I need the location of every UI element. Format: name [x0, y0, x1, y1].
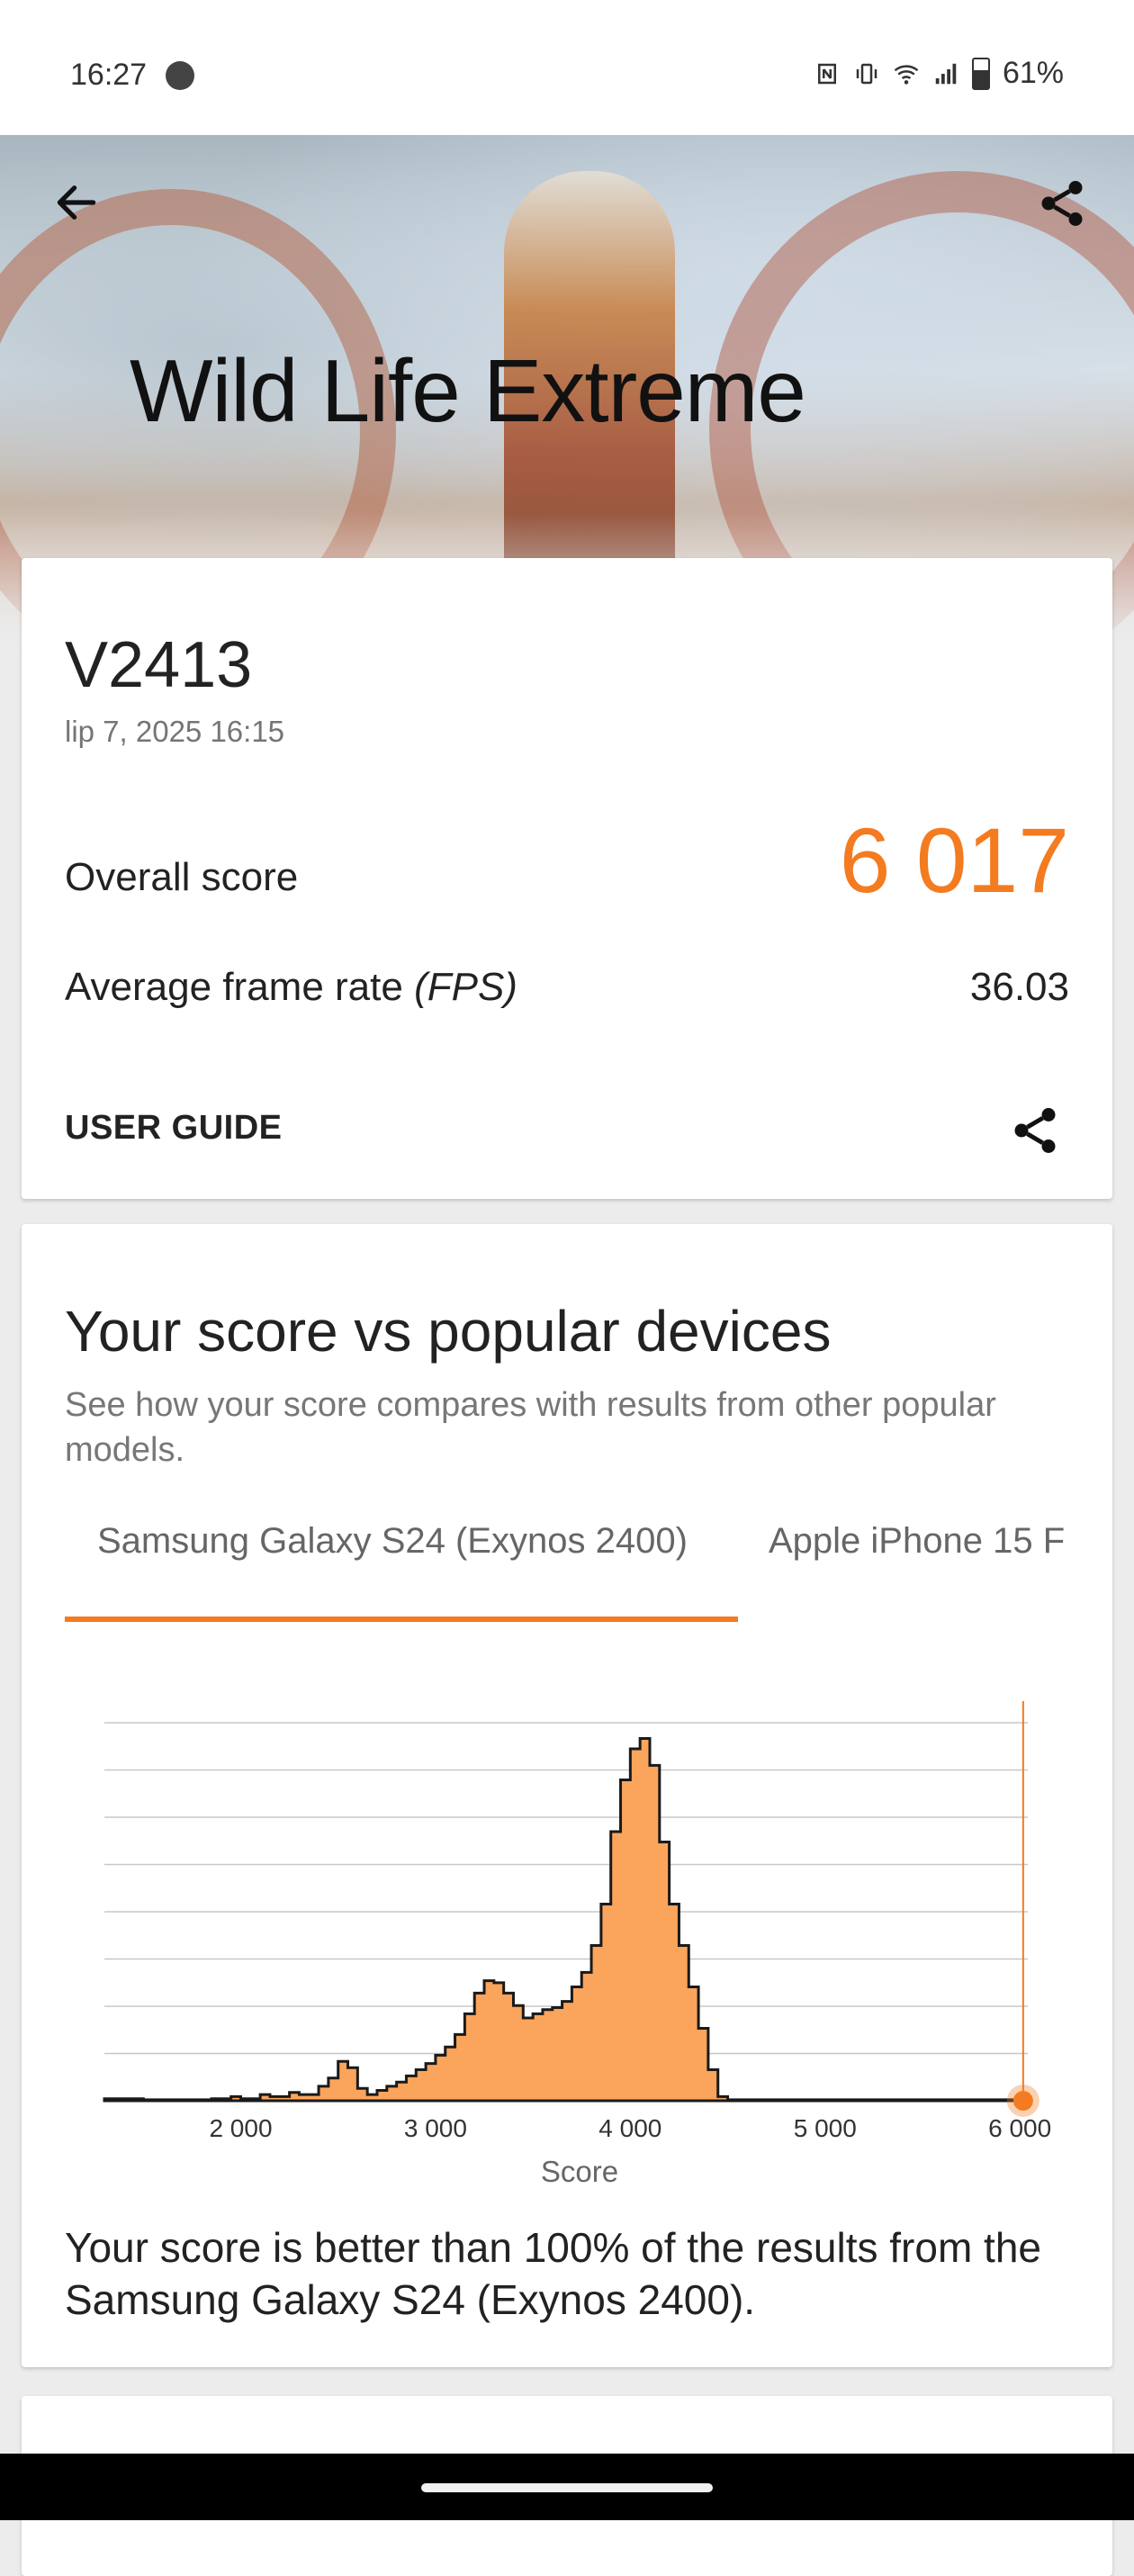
overall-score-label: Overall score [65, 855, 299, 899]
status-bar: 16:27 61% [0, 0, 1134, 144]
x-tick-label: 4 000 [598, 2114, 662, 2142]
score-histogram-chart: 2 000 3 000 4 000 5 000 6 000 Score [103, 1701, 1051, 2188]
x-axis-label: Score [541, 2155, 618, 2188]
comparison-card: Your score vs popular devices See how yo… [22, 1224, 1112, 2367]
tab-apple-iphone-15[interactable]: Apple iPhone 15 F [769, 1521, 1091, 1562]
signal-icon [935, 63, 957, 84]
result-datetime: lip 7, 2025 16:15 [65, 715, 285, 748]
x-tick-label: 5 000 [794, 2114, 857, 2142]
user-guide-button[interactable]: USER GUIDE [65, 1109, 282, 1148]
histogram-series [103, 1737, 1031, 2103]
tab-samsung-galaxy-s24[interactable]: Samsung Galaxy S24 (Exynos 2400) [97, 1521, 688, 1562]
home-indicator[interactable] [421, 2483, 713, 2492]
device-name: V2413 [65, 629, 253, 701]
arrow-left-icon [57, 185, 96, 220]
battery-percent: 61% [1002, 56, 1064, 90]
fps-label: Average frame rate (FPS) [65, 965, 518, 1010]
fps-label-unit: (FPS) [414, 965, 518, 1009]
x-tick-label: 2 000 [209, 2114, 272, 2142]
wifi-icon [894, 64, 919, 85]
comparison-result-text: Your score is better than 100% of the re… [65, 2224, 1041, 2323]
fps-value: 36.03 [969, 965, 1069, 1009]
share-icon [1041, 181, 1083, 226]
page-title: Wild Life Extreme [130, 341, 806, 440]
back-button[interactable] [45, 171, 108, 234]
battery-icon [971, 57, 990, 90]
status-time: 16:27 [70, 58, 148, 92]
overall-score-value: 6 017 [839, 809, 1069, 912]
x-tick-label: 6 000 [988, 2114, 1051, 2142]
x-tick-label: 3 000 [404, 2114, 467, 2142]
comparison-subtitle: See how your score compares with results… [65, 1386, 996, 1469]
hero-share-button[interactable] [1026, 167, 1098, 239]
nfc-icon [817, 63, 836, 84]
tab-active-indicator [65, 1617, 738, 1622]
comparison-title: Your score vs popular devices [65, 1299, 832, 1364]
result-share-button[interactable] [1003, 1098, 1067, 1163]
result-card: V2413 lip 7, 2025 16:15 Overall score 6 … [22, 558, 1112, 1199]
messenger-icon [166, 61, 194, 90]
share-icon [1014, 1108, 1056, 1153]
your-score-marker [1012, 2091, 1033, 2111]
vibrate-icon [856, 63, 878, 84]
fps-label-text: Average frame rate [65, 965, 415, 1009]
status-icons: 61% [814, 56, 1064, 91]
